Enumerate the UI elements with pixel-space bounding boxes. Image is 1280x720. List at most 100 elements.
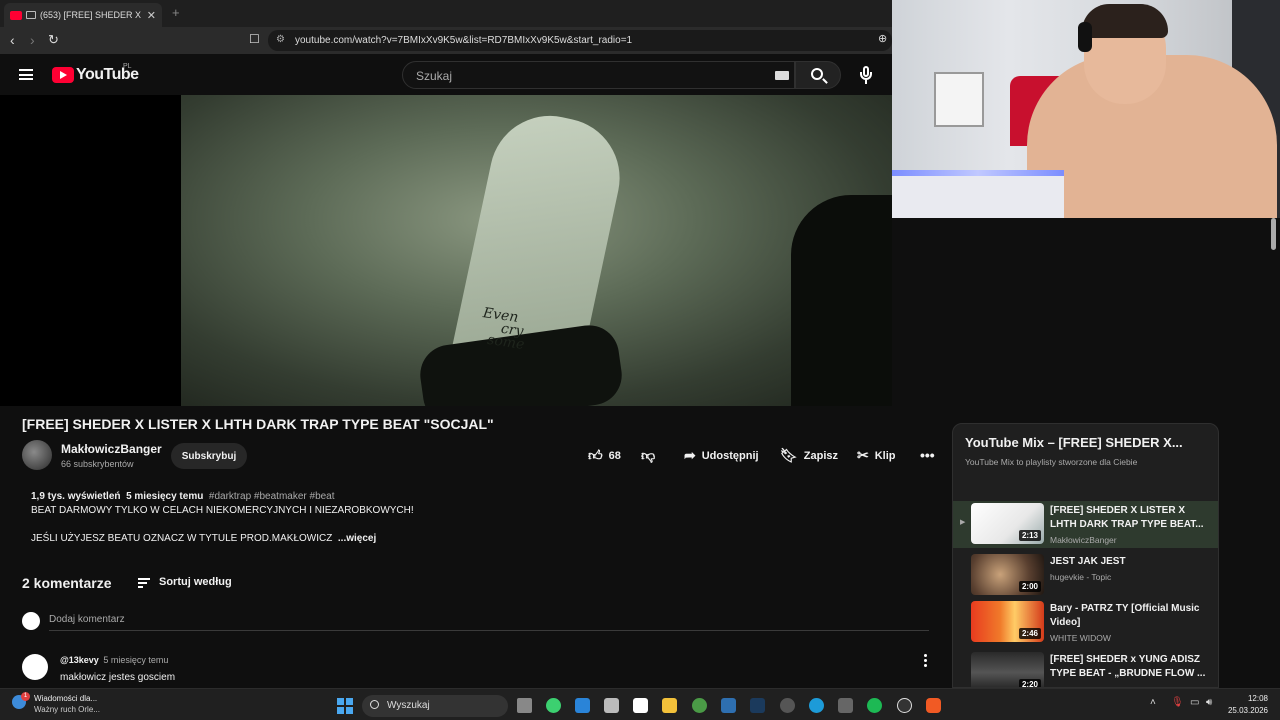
- more-horizontal-icon: •••: [920, 447, 935, 463]
- video-title: [FREE] SHEDER X LISTER X LHTH DARK TRAP …: [22, 416, 494, 432]
- settings-gear-icon[interactable]: [780, 698, 795, 713]
- like-button[interactable]: 👍︎ 68: [588, 447, 621, 464]
- search-icon: [811, 68, 823, 80]
- show-more-link[interactable]: ...więcej: [338, 533, 376, 544]
- browser-tab[interactable]: (653) [FREE] SHEDER X LISTER X ✕: [4, 3, 162, 27]
- chat-app-icon[interactable]: [546, 698, 561, 713]
- search-input[interactable]: Szukaj: [402, 61, 795, 89]
- news-widget-subtitle[interactable]: Ważny ruch Orle...: [34, 705, 100, 714]
- now-playing-icon: ▶: [960, 519, 966, 526]
- like-count: 68: [608, 449, 621, 462]
- share-button[interactable]: ➦ Udostępnij: [684, 447, 759, 464]
- youtube-masthead: YouTube PL Szukaj: [0, 54, 892, 95]
- playlist-subtitle: YouTube Mix to playlisty stworzone dla C…: [965, 457, 1138, 467]
- wrist-tattoo-text: Even cry some: [479, 305, 529, 353]
- video-player[interactable]: Even cry some: [0, 95, 892, 406]
- user-avatar: [22, 612, 40, 630]
- hashtags[interactable]: #darktrap #beatmaker #beat: [209, 491, 335, 502]
- description-line-1: BEAT DARMOWY TYLKO W CELACH NIEKOMERCYJN…: [31, 505, 414, 516]
- bookmark-icon[interactable]: ☐: [249, 32, 260, 46]
- photos-icon[interactable]: [721, 698, 736, 713]
- more-actions-button[interactable]: •••: [920, 447, 941, 463]
- file-explorer-icon[interactable]: [662, 698, 677, 713]
- clock-time[interactable]: 12:08: [1236, 694, 1268, 703]
- tab-close-icon[interactable]: ✕: [147, 9, 156, 22]
- commenter-avatar[interactable]: [22, 654, 48, 680]
- playlist-item[interactable]: 2:46 Bary - PATRZ TY [Official Music Vid…: [953, 599, 1218, 646]
- playlist-video-title: JEST JAK JEST: [1050, 556, 1126, 567]
- playlist-item[interactable]: 2:20 [FREE] SHEDER x YUNG ADISZ TYPE BEA…: [953, 650, 1218, 687]
- volume-icon[interactable]: 🔊︎: [1206, 697, 1212, 708]
- channel-avatar[interactable]: [22, 440, 52, 470]
- webcam-shelf: [934, 72, 984, 127]
- vscode-icon[interactable]: [575, 698, 590, 713]
- playlist-title[interactable]: YouTube Mix – [FREE] SHEDER X...: [965, 435, 1183, 450]
- keyboard-icon[interactable]: [775, 71, 789, 80]
- url-text: youtube.com/watch?v=7BMIxXv9K5w&list=RD7…: [295, 35, 633, 46]
- comment-menu-icon[interactable]: [924, 654, 928, 668]
- tray-mic-icon[interactable]: 🎙︎: [1171, 697, 1184, 708]
- dislike-button[interactable]: 👎︎: [641, 447, 661, 464]
- video-description[interactable]: 1,9 tys. wyświetleń 5 miesięcy temu #dar…: [31, 490, 921, 546]
- save-label: Zapisz: [803, 449, 839, 462]
- save-button[interactable]: 🔖︎ Zapisz: [780, 447, 838, 464]
- subscribe-button[interactable]: Subskrybuj: [171, 443, 247, 469]
- app-g-icon[interactable]: [897, 698, 912, 713]
- playlist-video-title: [FREE] SHEDER x YUNG ADISZ TYPE BEAT - „…: [1050, 654, 1206, 679]
- notification-badge: 1: [21, 692, 30, 701]
- start-icon[interactable]: [337, 698, 353, 714]
- description-line-2: JEŚLI UŻYJESZ BEATU OZNACZ W TYTULE PROD…: [31, 533, 333, 544]
- task-view-icon[interactable]: [517, 698, 532, 713]
- webcam-overlay: [892, 0, 1280, 218]
- search-button[interactable]: [795, 61, 841, 89]
- video-duration: 2:00: [1018, 581, 1041, 592]
- thumbs-down-icon: 👎︎: [641, 447, 656, 463]
- clock-date[interactable]: 25.03.2026: [1224, 706, 1268, 715]
- taskbar-search[interactable]: Wyszukaj: [362, 695, 508, 717]
- menu-icon[interactable]: [19, 69, 33, 80]
- add-comment-input[interactable]: Dodaj komentarz: [49, 614, 929, 631]
- video-frame: Even cry some: [181, 95, 892, 406]
- zoom-icon[interactable]: ⊕: [878, 32, 887, 45]
- webcam-hair: [1082, 4, 1168, 38]
- channel-name[interactable]: MakłowiczBanger: [61, 442, 162, 456]
- microphone-stand: [860, 72, 872, 80]
- spotify-icon[interactable]: [867, 698, 882, 713]
- taskbar: 1 Wiadomości dla... Ważny ruch Orle... W…: [0, 688, 1280, 720]
- notepad-icon[interactable]: [633, 698, 648, 713]
- playlist-item[interactable]: ▶ 2:13 [FREE] SHEDER X LISTER X LHTH DAR…: [953, 501, 1218, 548]
- playlist-thumbnail: 2:46: [971, 601, 1044, 642]
- playlist-thumbnail: 2:20: [971, 652, 1044, 687]
- steam-icon[interactable]: [750, 698, 765, 713]
- brave-icon[interactable]: [926, 698, 941, 713]
- comment-time[interactable]: 5 miesięcy temu: [103, 655, 168, 665]
- mail-icon[interactable]: [604, 698, 619, 713]
- youtube-favicon-icon: [10, 10, 22, 20]
- tray-chevron-icon[interactable]: ˄: [1150, 697, 1156, 708]
- app-icon[interactable]: [838, 698, 853, 713]
- reload-icon[interactable]: ↻: [48, 32, 59, 48]
- playlist-thumbnail: 2:00: [971, 554, 1044, 595]
- new-tab-button[interactable]: +: [172, 5, 180, 20]
- sort-comments-button[interactable]: Sortuj według: [138, 576, 232, 588]
- network-icon[interactable]: ▭: [1190, 697, 1199, 708]
- voice-search-button[interactable]: [852, 61, 880, 89]
- playlist-item[interactable]: 2:00 JEST JAK JEST hugevkie - Topic: [953, 552, 1218, 599]
- edge-icon[interactable]: [809, 698, 824, 713]
- commenter-handle[interactable]: @13kevy: [60, 655, 99, 665]
- view-count: 1,9 tys. wyświetleń: [31, 491, 121, 502]
- video-shadow: [791, 195, 892, 406]
- browser-shield-icon[interactable]: [692, 698, 707, 713]
- site-info-icon[interactable]: ⚙: [276, 34, 285, 45]
- page-scrollbar[interactable]: [1271, 218, 1276, 250]
- video-duration: 2:20: [1018, 679, 1041, 687]
- clip-button[interactable]: ✂ Klip: [857, 447, 896, 464]
- tab-audio-icon[interactable]: [26, 11, 36, 19]
- search-placeholder: Szukaj: [416, 69, 453, 83]
- news-widget-title[interactable]: Wiadomości dla...: [34, 694, 97, 703]
- comment-text: makłowicz jestes gosciem: [60, 672, 176, 683]
- address-bar[interactable]: ⚙ youtube.com/watch?v=7BMIxXv9K5w&list=R…: [268, 30, 892, 51]
- forward-icon[interactable]: ›: [30, 32, 35, 48]
- back-icon[interactable]: ‹: [10, 32, 15, 48]
- microphone-leg: [865, 80, 867, 84]
